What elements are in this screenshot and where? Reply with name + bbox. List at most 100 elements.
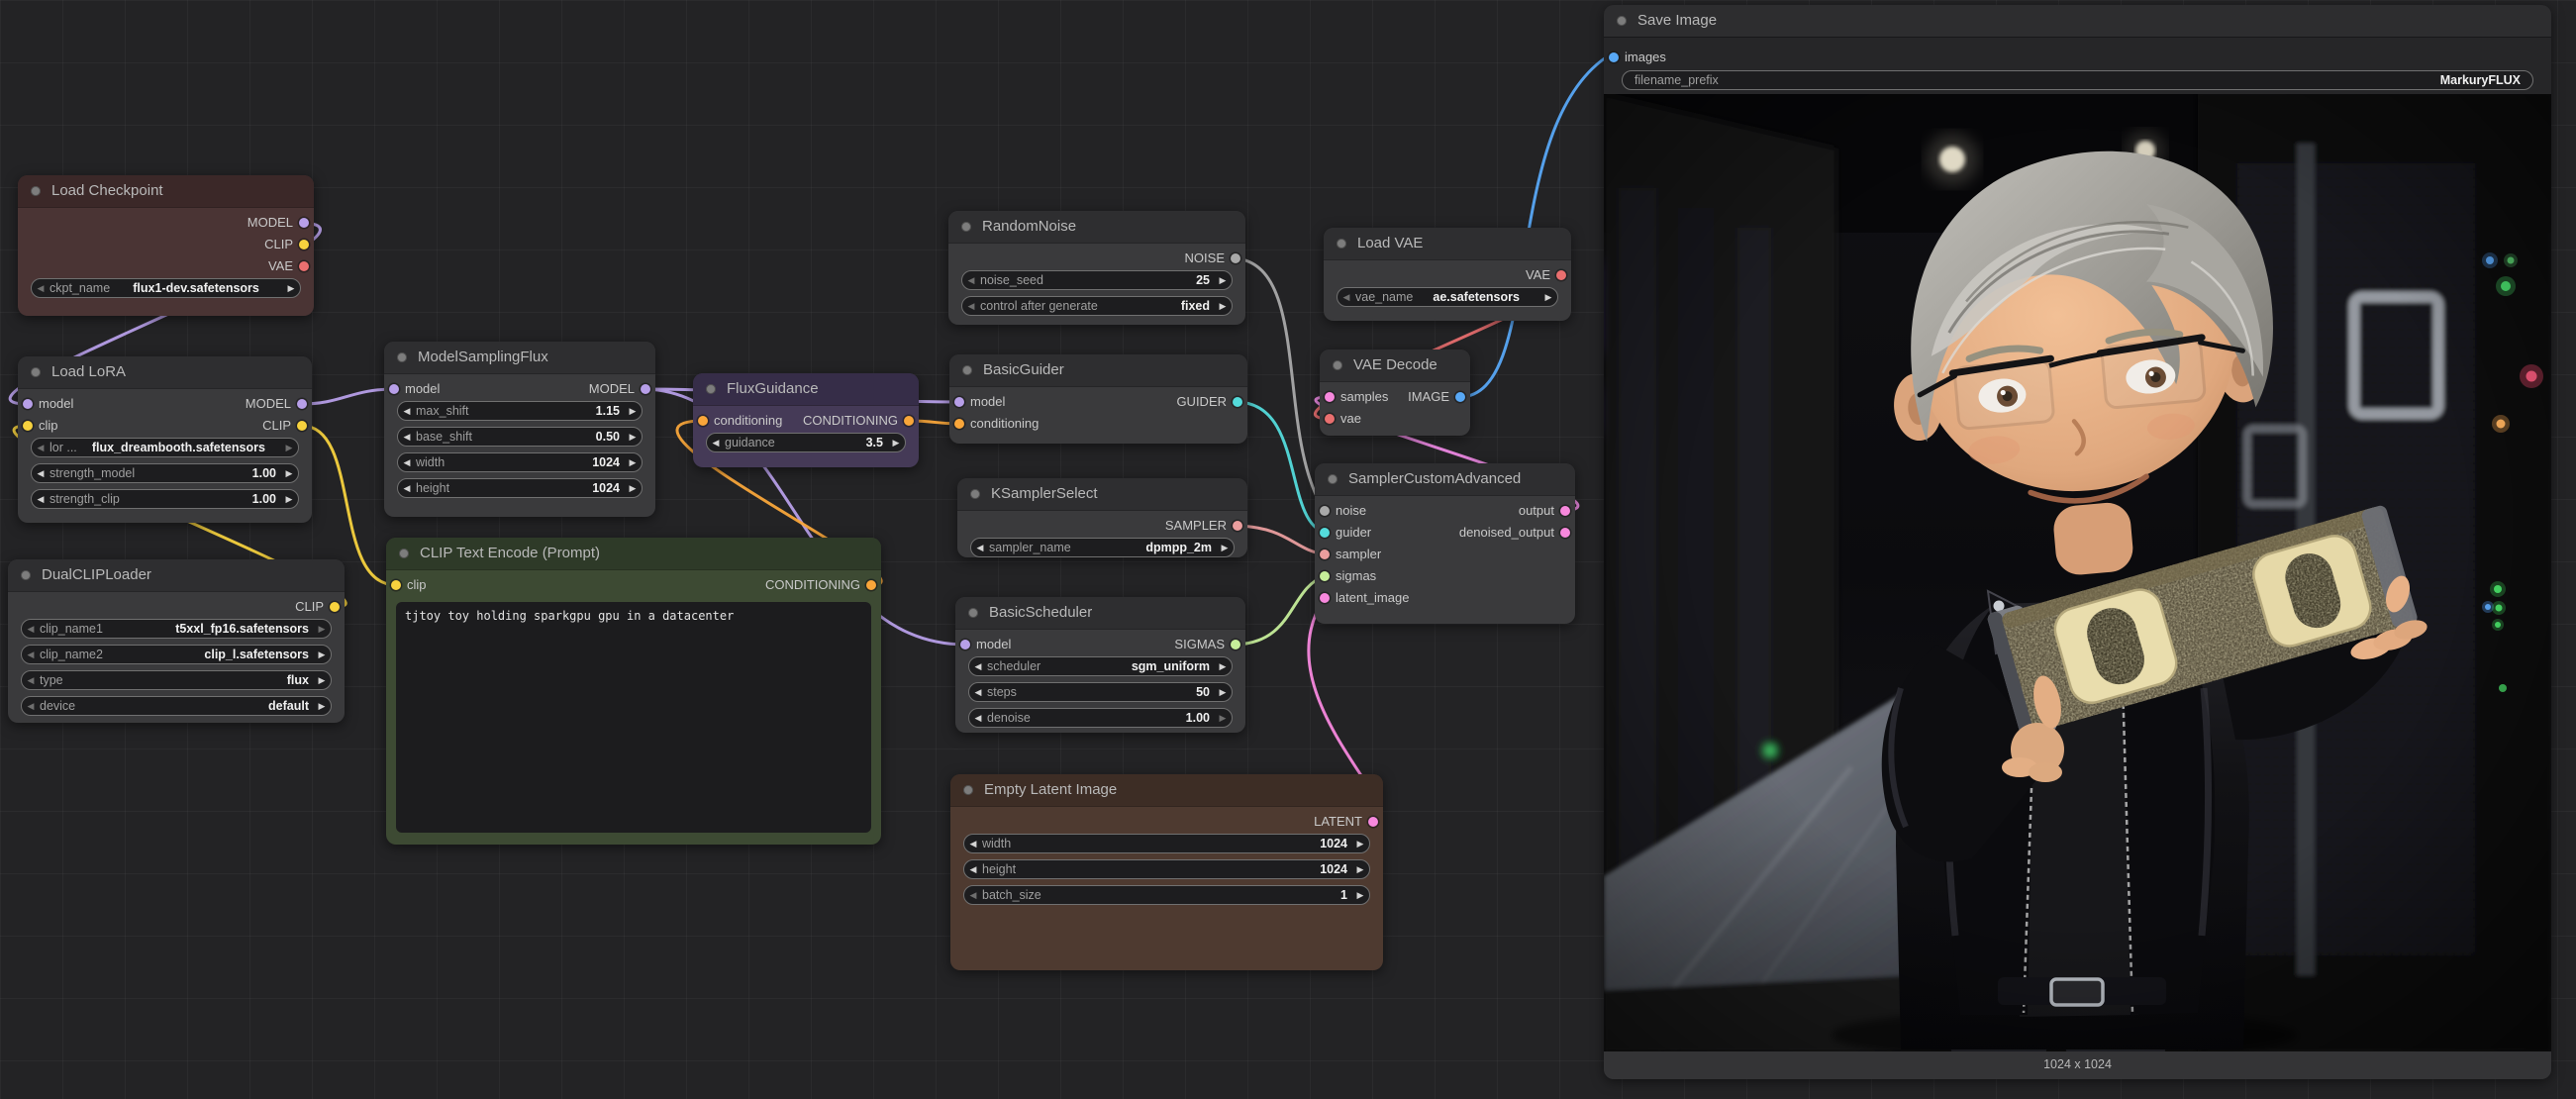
chevron-right-icon[interactable]: ▶ bbox=[624, 457, 642, 468]
chevron-right-icon[interactable]: ▶ bbox=[1214, 713, 1232, 724]
node-header[interactable]: BasicScheduler bbox=[955, 597, 1245, 629]
port-dot-icon[interactable] bbox=[641, 384, 650, 394]
widget-batch-size[interactable]: ◀ batch_size1 ▶ bbox=[963, 885, 1370, 905]
chevron-right-icon[interactable]: ▶ bbox=[282, 283, 300, 294]
chevron-left-icon[interactable]: ◀ bbox=[398, 483, 416, 494]
input-port-sigmas[interactable]: sigmas bbox=[1315, 567, 1376, 585]
widget-width[interactable]: ◀ width1024 ▶ bbox=[963, 834, 1370, 853]
chevron-left-icon[interactable]: ◀ bbox=[398, 457, 416, 468]
output-port-latent[interactable]: LATENT bbox=[950, 813, 1383, 831]
chevron-right-icon[interactable]: ▶ bbox=[1351, 839, 1369, 849]
chevron-right-icon[interactable]: ▶ bbox=[280, 468, 298, 479]
widget-control-after-generate[interactable]: ◀ control after generatefixed ▶ bbox=[961, 296, 1233, 316]
collapse-dot-icon[interactable] bbox=[397, 352, 407, 362]
node-load-checkpoint[interactable]: Load CheckpointMODEL CLIP VAE ◀ ckpt_nam… bbox=[18, 175, 314, 316]
port-dot-icon[interactable] bbox=[299, 261, 309, 271]
node-header[interactable]: KSamplerSelect bbox=[957, 478, 1247, 510]
collapse-dot-icon[interactable] bbox=[399, 549, 409, 558]
port-dot-icon[interactable] bbox=[297, 399, 307, 409]
chevron-left-icon[interactable]: ◀ bbox=[969, 687, 987, 698]
port-dot-icon[interactable] bbox=[1233, 521, 1242, 531]
port-dot-icon[interactable] bbox=[1560, 528, 1570, 538]
widget-device[interactable]: ◀ devicedefault ▶ bbox=[21, 696, 332, 716]
node-basicscheduler[interactable]: BasicScheduler modelSIGMAS ◀ schedulersg… bbox=[955, 597, 1245, 733]
chevron-left-icon[interactable]: ◀ bbox=[964, 890, 982, 901]
port-dot-icon[interactable] bbox=[299, 218, 309, 228]
port-dot-icon[interactable] bbox=[330, 602, 340, 612]
collapse-dot-icon[interactable] bbox=[31, 186, 41, 196]
output-port-sampler[interactable]: SAMPLER bbox=[957, 517, 1247, 535]
node-fluxguidance[interactable]: FluxGuidance conditioningCONDITIONING ◀ … bbox=[693, 373, 919, 467]
widget-filename-prefix[interactable]: filename_prefix MarkuryFLUX bbox=[1622, 70, 2533, 90]
port-dot-icon[interactable] bbox=[1455, 392, 1465, 402]
chevron-left-icon[interactable]: ◀ bbox=[22, 624, 40, 635]
node-basicguider[interactable]: BasicGuider model conditioningGUIDER bbox=[949, 354, 1247, 444]
widget-steps[interactable]: ◀ steps50 ▶ bbox=[968, 682, 1233, 702]
chevron-left-icon[interactable]: ◀ bbox=[1338, 292, 1355, 303]
collapse-dot-icon[interactable] bbox=[968, 608, 978, 618]
output-port-model[interactable]: MODEL bbox=[18, 395, 312, 413]
widget-denoise[interactable]: ◀ denoise1.00 ▶ bbox=[968, 708, 1233, 728]
widget-lor[interactable]: ◀ lor ...flux_dreambooth.safetensors ▶ bbox=[31, 438, 299, 457]
port-dot-icon[interactable] bbox=[1560, 506, 1570, 516]
output-port-guider[interactable]: GUIDER bbox=[949, 393, 1247, 411]
port-dot-icon[interactable] bbox=[1231, 640, 1240, 649]
collapse-dot-icon[interactable] bbox=[963, 785, 973, 795]
node-randomnoise[interactable]: RandomNoiseNOISE ◀ noise_seed25 ▶◀ contr… bbox=[948, 211, 1245, 325]
widget-height[interactable]: ◀ height1024 ▶ bbox=[397, 478, 643, 498]
node-header[interactable]: RandomNoise bbox=[948, 211, 1245, 243]
chevron-left-icon[interactable]: ◀ bbox=[964, 864, 982, 875]
port-dot-icon[interactable] bbox=[1320, 550, 1330, 559]
output-port-sigmas[interactable]: SIGMAS bbox=[955, 636, 1245, 653]
node-ksamplerselect[interactable]: KSamplerSelectSAMPLER ◀ sampler_namedpmp… bbox=[957, 478, 1247, 557]
widget-scheduler[interactable]: ◀ schedulersgm_uniform ▶ bbox=[968, 656, 1233, 676]
collapse-dot-icon[interactable] bbox=[1617, 16, 1627, 26]
chevron-left-icon[interactable]: ◀ bbox=[969, 661, 987, 672]
node-header[interactable]: Load LoRA bbox=[18, 356, 312, 388]
port-dot-icon[interactable] bbox=[1368, 817, 1378, 827]
chevron-left-icon[interactable]: ◀ bbox=[971, 543, 989, 553]
widget-strength-model[interactable]: ◀ strength_model1.00 ▶ bbox=[31, 463, 299, 483]
input-port-images[interactable]: images bbox=[1604, 49, 1666, 66]
port-dot-icon[interactable] bbox=[1320, 571, 1330, 581]
output-port-clip[interactable]: CLIP bbox=[18, 417, 312, 435]
output-port-vae[interactable]: VAE bbox=[1324, 266, 1571, 284]
chevron-right-icon[interactable]: ▶ bbox=[280, 443, 298, 453]
output-port-model[interactable]: MODEL bbox=[18, 214, 314, 232]
node-header[interactable]: Load VAE bbox=[1324, 228, 1571, 259]
node-dualcliploader[interactable]: DualCLIPLoaderCLIP ◀ clip_name1t5xxl_fp1… bbox=[8, 559, 345, 723]
chevron-left-icon[interactable]: ◀ bbox=[962, 275, 980, 286]
chevron-left-icon[interactable]: ◀ bbox=[32, 494, 50, 505]
node-save-image[interactable]: Save Image images filename_prefix Markur… bbox=[1604, 5, 2551, 1079]
widget-clip-name1[interactable]: ◀ clip_name1t5xxl_fp16.safetensors ▶ bbox=[21, 619, 332, 639]
node-empty-latent-image[interactable]: Empty Latent ImageLATENT ◀ width1024 ▶◀ … bbox=[950, 774, 1383, 970]
collapse-dot-icon[interactable] bbox=[961, 222, 971, 232]
node-header[interactable]: FluxGuidance bbox=[693, 373, 919, 405]
node-modelsamplingflux[interactable]: ModelSamplingFlux modelMODEL ◀ max_shift… bbox=[384, 342, 655, 517]
output-port-clip[interactable]: CLIP bbox=[18, 236, 314, 253]
graph-canvas[interactable]: Load CheckpointMODEL CLIP VAE ◀ ckpt_nam… bbox=[0, 0, 2576, 1099]
input-port-sampler[interactable]: sampler bbox=[1315, 546, 1381, 563]
chevron-left-icon[interactable]: ◀ bbox=[32, 468, 50, 479]
chevron-left-icon[interactable]: ◀ bbox=[962, 301, 980, 312]
chevron-left-icon[interactable]: ◀ bbox=[22, 701, 40, 712]
prompt-text-input[interactable]: tjtoy toy holding sparkgpu gpu in a data… bbox=[396, 602, 871, 833]
node-samplercustomadvanced[interactable]: SamplerCustomAdvanced noise guider sampl… bbox=[1315, 463, 1575, 624]
chevron-left-icon[interactable]: ◀ bbox=[964, 839, 982, 849]
port-dot-icon[interactable] bbox=[1320, 593, 1330, 603]
port-dot-icon[interactable] bbox=[954, 419, 964, 429]
input-port-vae[interactable]: vae bbox=[1320, 410, 1361, 428]
output-port-clip[interactable]: CLIP bbox=[8, 598, 345, 616]
collapse-dot-icon[interactable] bbox=[31, 367, 41, 377]
collapse-dot-icon[interactable] bbox=[1328, 474, 1338, 484]
node-header[interactable]: ModelSamplingFlux bbox=[384, 342, 655, 373]
node-header[interactable]: Load Checkpoint bbox=[18, 175, 314, 207]
port-dot-icon[interactable] bbox=[299, 240, 309, 250]
node-header[interactable]: Save Image bbox=[1604, 5, 2551, 37]
chevron-right-icon[interactable]: ▶ bbox=[1351, 890, 1369, 901]
chevron-right-icon[interactable]: ▶ bbox=[624, 483, 642, 494]
collapse-dot-icon[interactable] bbox=[1333, 360, 1342, 370]
chevron-right-icon[interactable]: ▶ bbox=[280, 494, 298, 505]
chevron-right-icon[interactable]: ▶ bbox=[887, 438, 905, 449]
chevron-right-icon[interactable]: ▶ bbox=[1214, 687, 1232, 698]
